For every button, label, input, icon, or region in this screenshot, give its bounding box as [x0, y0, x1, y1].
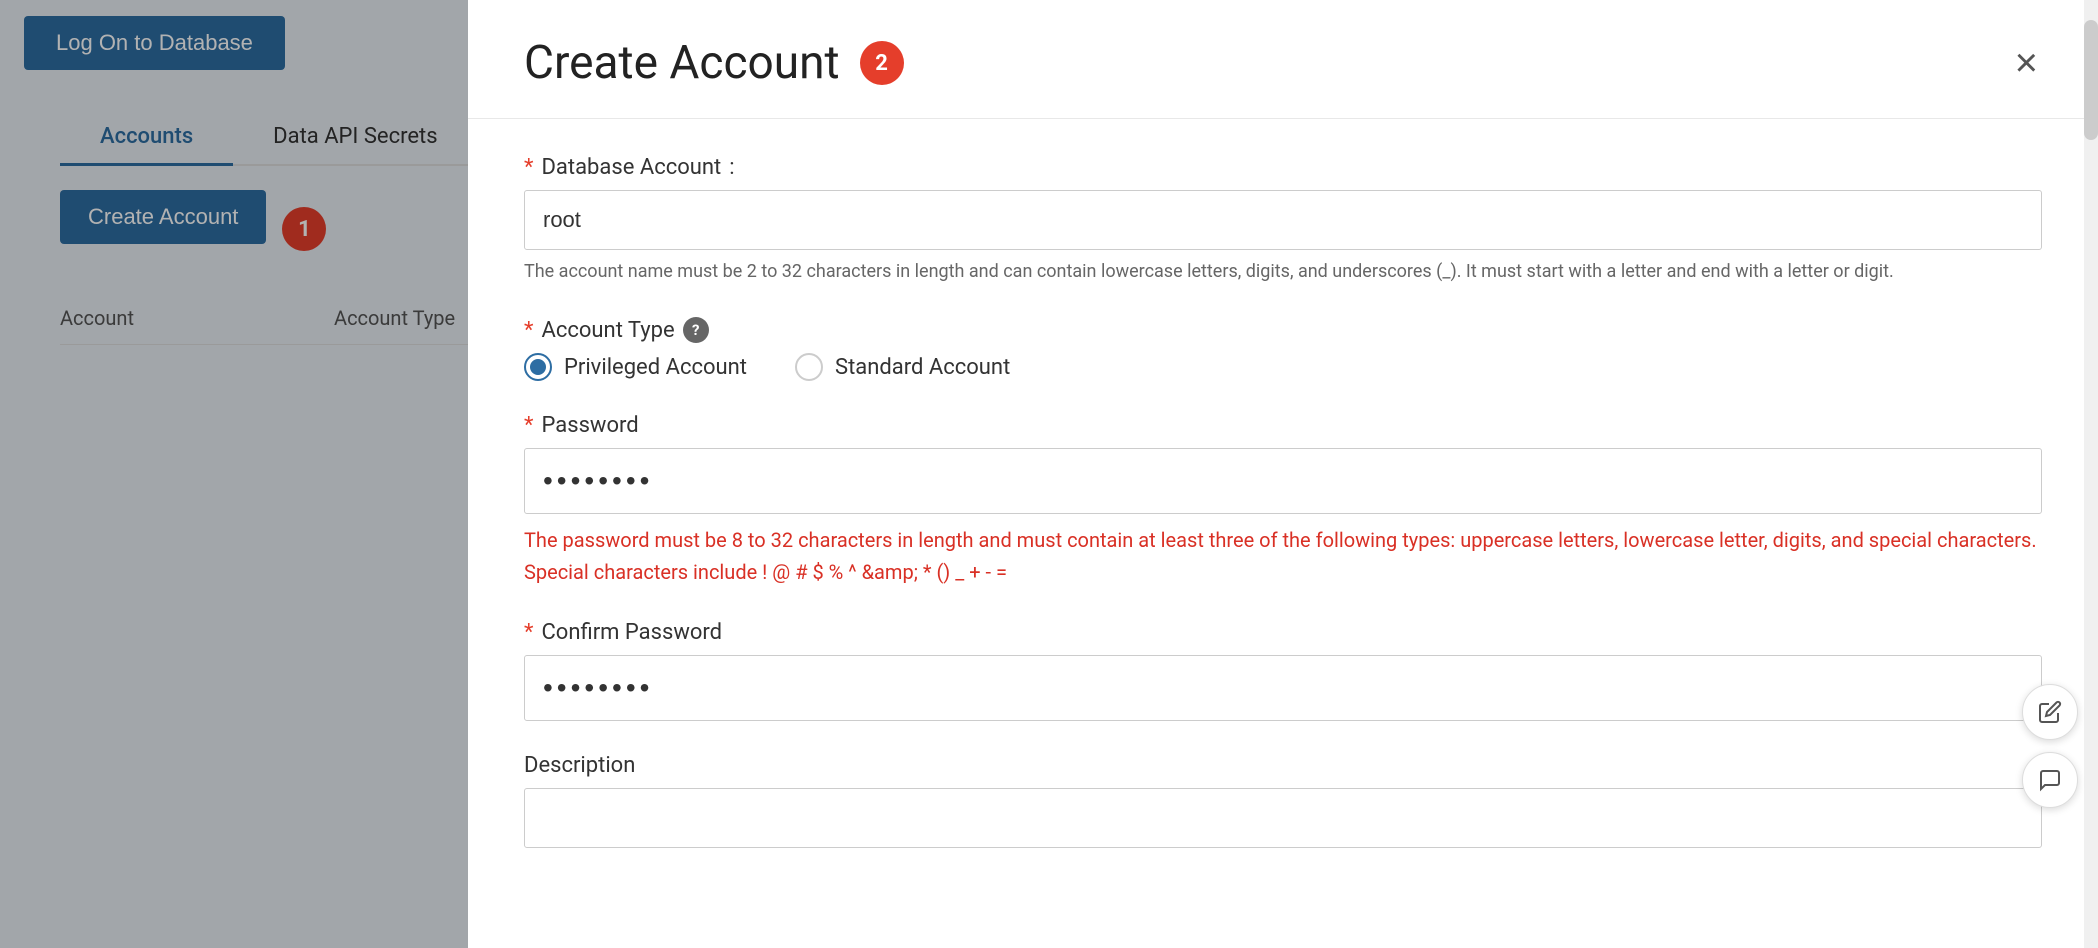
modal-body: * Database Account : The account name mu…	[468, 147, 2098, 948]
chat-icon	[2038, 768, 2062, 792]
password-input[interactable]	[524, 448, 2042, 514]
modal-header: Create Account 2 ×	[468, 0, 2098, 118]
modal-title-row: Create Account 2	[524, 36, 904, 90]
password-group: * Password The password must be 8 to 32 …	[524, 413, 2042, 588]
db-account-label: * Database Account :	[524, 155, 2042, 180]
db-account-hint: The account name must be 2 to 32 charact…	[524, 258, 2042, 285]
confirm-password-label: * Confirm Password	[524, 620, 2042, 645]
standard-radio-circle[interactable]	[795, 353, 823, 381]
account-type-radio-group: Privileged Account Standard Account	[524, 353, 2042, 381]
account-type-group: * Account Type ? Privileged Account Stan…	[524, 317, 2042, 381]
create-account-modal: Create Account 2 × * Database Account : …	[468, 0, 2098, 948]
required-star-1: *	[524, 155, 533, 180]
step-badge-2: 2	[860, 41, 904, 85]
edit-fab-button[interactable]	[2022, 684, 2078, 740]
confirm-password-input[interactable]	[524, 655, 2042, 721]
close-button[interactable]: ×	[2011, 39, 2042, 87]
db-account-group: * Database Account : The account name mu…	[524, 155, 2042, 285]
confirm-password-group: * Confirm Password	[524, 620, 2042, 721]
password-error: The password must be 8 to 32 characters …	[524, 524, 2042, 588]
password-label: * Password	[524, 413, 2042, 438]
fab-container	[2022, 684, 2078, 808]
scrollbar-thumb[interactable]	[2084, 20, 2098, 140]
account-type-help-icon[interactable]: ?	[683, 317, 709, 343]
privileged-radio-dot	[530, 359, 546, 375]
required-star-4: *	[524, 620, 533, 645]
description-input[interactable]	[524, 788, 2042, 848]
privileged-radio-circle[interactable]	[524, 353, 552, 381]
privileged-account-label: Privileged Account	[564, 355, 747, 380]
header-divider	[468, 118, 2098, 119]
description-label: Description	[524, 753, 2042, 778]
standard-account-option[interactable]: Standard Account	[795, 353, 1010, 381]
required-star-2: *	[524, 318, 533, 343]
standard-account-label: Standard Account	[835, 355, 1010, 380]
chat-fab-button[interactable]	[2022, 752, 2078, 808]
modal-scrollbar[interactable]	[2084, 0, 2098, 948]
modal-title: Create Account	[524, 36, 840, 90]
account-type-label: * Account Type ?	[524, 317, 2042, 343]
db-account-input[interactable]	[524, 190, 2042, 250]
privileged-account-option[interactable]: Privileged Account	[524, 353, 747, 381]
required-star-3: *	[524, 413, 533, 438]
edit-icon	[2038, 700, 2062, 724]
description-group: Description	[524, 753, 2042, 848]
